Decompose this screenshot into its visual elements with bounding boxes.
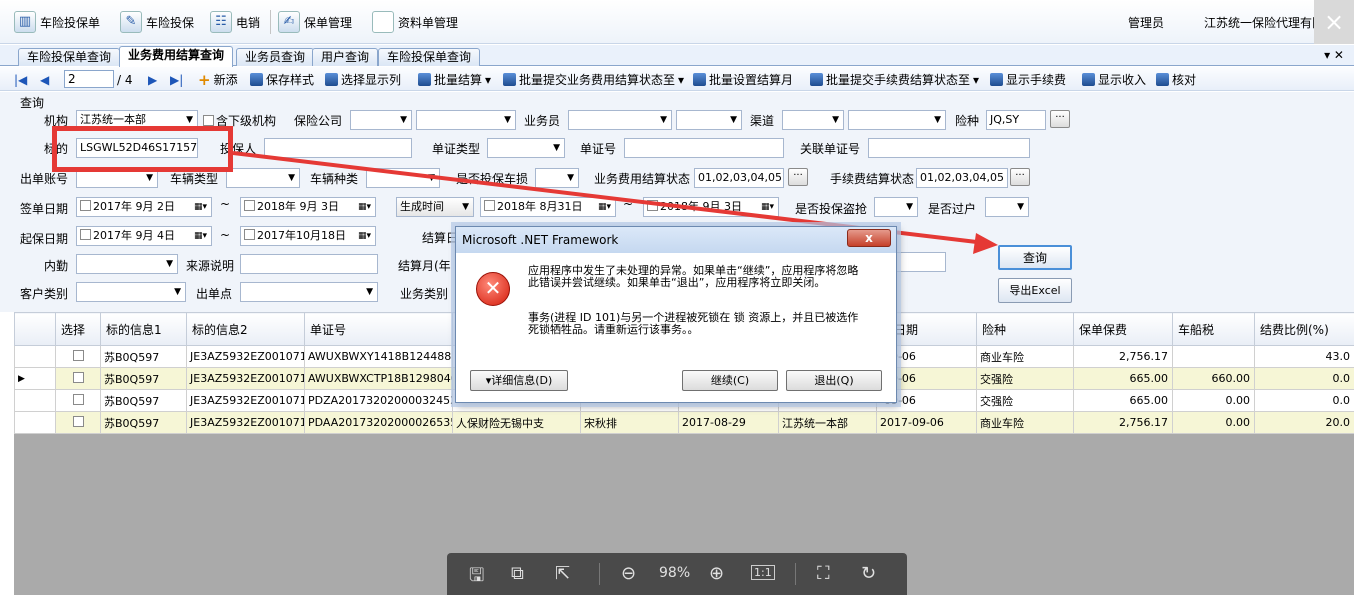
error-dialog: Microsoft .NET Framework x ✕ 应用程序中发生了未处理… <box>455 226 897 403</box>
quit-button[interactable]: 退出(Q) <box>786 370 882 391</box>
image-viewer-toolbar: 🖫 ⧉ ⇱ ⊖ 98% ⊕ 1:1 ⛶ ↻ <box>447 553 907 595</box>
dialog-close-button[interactable]: x <box>847 229 891 247</box>
dialog-title: Microsoft .NET Framework <box>456 227 896 253</box>
annotation-arrow-head <box>973 233 998 254</box>
zoom-in-icon[interactable]: ⊕ <box>709 563 724 584</box>
error-icon: ✕ <box>476 272 510 306</box>
dialog-error-detail: 事务(进程 ID 101)与另一个进程被死锁在 锁 资源上，并且已被选作死锁牺牲… <box>528 311 859 336</box>
details-button[interactable]: ▾详细信息(D) <box>470 370 568 391</box>
export-icon[interactable]: ⧉ <box>511 563 524 584</box>
zoom-out-icon[interactable]: ⊖ <box>621 563 636 584</box>
rotate-icon[interactable]: ↻ <box>861 563 876 584</box>
fullscreen-icon[interactable]: ⛶ <box>817 563 830 584</box>
separator <box>599 563 600 585</box>
separator <box>795 563 796 585</box>
dialog-message: 应用程序中发生了未处理的异常。如果单击“继续”，应用程序将忽略此错误并尝试继续。… <box>528 264 859 289</box>
continue-button[interactable]: 继续(C) <box>682 370 778 391</box>
zoom-level: 98% <box>659 565 691 581</box>
share-icon[interactable]: ⇱ <box>555 563 570 584</box>
save-icon[interactable]: 🖫 <box>469 563 484 593</box>
actual-size-button[interactable]: 1:1 <box>751 565 775 580</box>
